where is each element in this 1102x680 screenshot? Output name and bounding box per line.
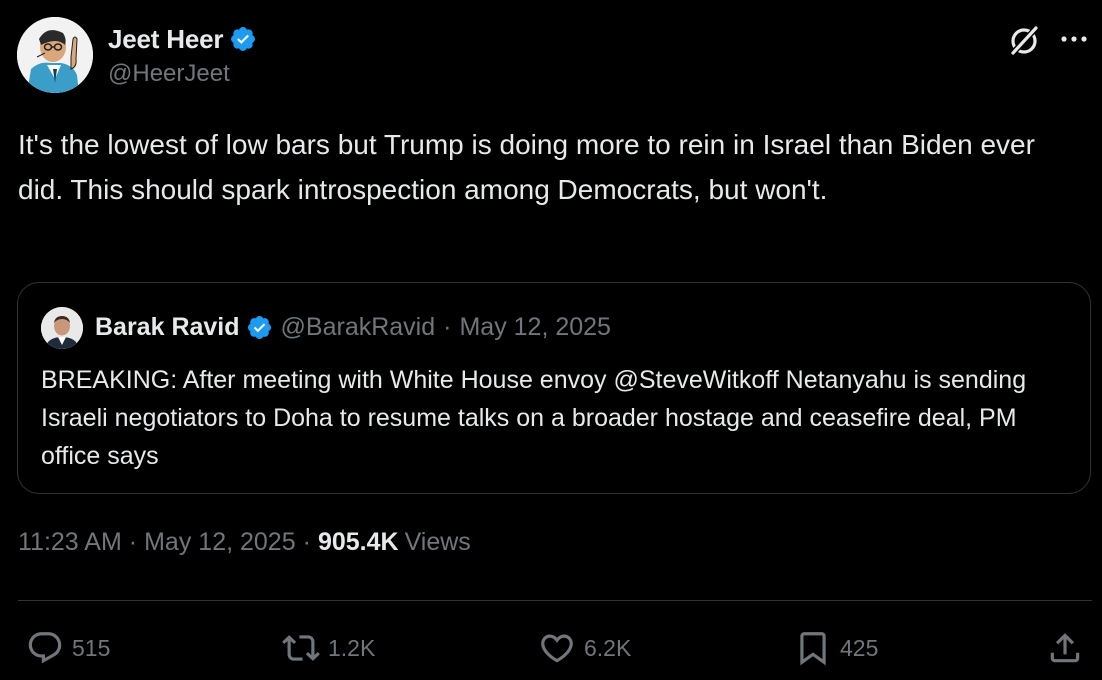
- share-upload-icon: [1046, 629, 1084, 667]
- more-dots-icon[interactable]: [1057, 22, 1091, 56]
- quote-date[interactable]: May 12, 2025: [459, 313, 611, 342]
- quote-author-avatar[interactable]: [41, 307, 83, 349]
- repost-count: 1.2K: [328, 634, 376, 661]
- views-label: Views: [404, 528, 471, 556]
- reply-count: 515: [72, 634, 111, 661]
- verified-badge-icon[interactable]: [246, 314, 273, 341]
- views-count[interactable]: 905.4K: [318, 528, 399, 557]
- like-button[interactable]: 6.2K: [538, 628, 631, 668]
- quote-author-name[interactable]: Barak Ravid: [95, 313, 240, 342]
- share-button[interactable]: [1046, 628, 1084, 668]
- repost-arrows-icon: [282, 629, 320, 667]
- reply-bubble-icon: [26, 629, 64, 667]
- author-avatar[interactable]: [17, 17, 93, 93]
- quote-author-handle[interactable]: @BarakRavid: [281, 313, 436, 342]
- tweet-meta: 11:23 AM · May 12, 2025 · 905.4K Views: [18, 528, 471, 557]
- author-handle[interactable]: @HeerJeet: [108, 60, 230, 88]
- quote-header: Barak Ravid @BarakRavid · May 12, 2025: [95, 309, 611, 345]
- reply-button[interactable]: 515: [26, 628, 110, 668]
- quote-separator: ·: [443, 312, 452, 341]
- bookmark-count: 425: [840, 634, 879, 661]
- bookmark-button[interactable]: 425: [794, 628, 878, 668]
- tweet-date[interactable]: May 12, 2025: [144, 528, 296, 557]
- grok-icon[interactable]: [1006, 22, 1042, 58]
- divider: [18, 600, 1092, 601]
- like-count: 6.2K: [584, 634, 632, 661]
- repost-button[interactable]: 1.2K: [282, 628, 375, 668]
- author-name-row: Jeet Heer: [108, 22, 257, 56]
- meta-separator: ·: [302, 528, 311, 556]
- quoted-tweet[interactable]: Barak Ravid @BarakRavid · May 12, 2025 B…: [17, 282, 1091, 494]
- quote-text: BREAKING: After meeting with White House…: [41, 366, 1027, 470]
- heart-icon: [538, 629, 576, 667]
- tweet-text: It's the lowest of low bars but Trump is…: [18, 129, 1035, 205]
- meta-separator: ·: [128, 528, 138, 556]
- tweet-time[interactable]: 11:23 AM: [18, 528, 122, 557]
- author-name[interactable]: Jeet Heer: [108, 24, 223, 55]
- bookmark-icon: [794, 629, 832, 667]
- tweet-card: Jeet Heer @HeerJeet It's the lowest of l…: [0, 0, 1102, 680]
- verified-badge-icon[interactable]: [229, 25, 257, 53]
